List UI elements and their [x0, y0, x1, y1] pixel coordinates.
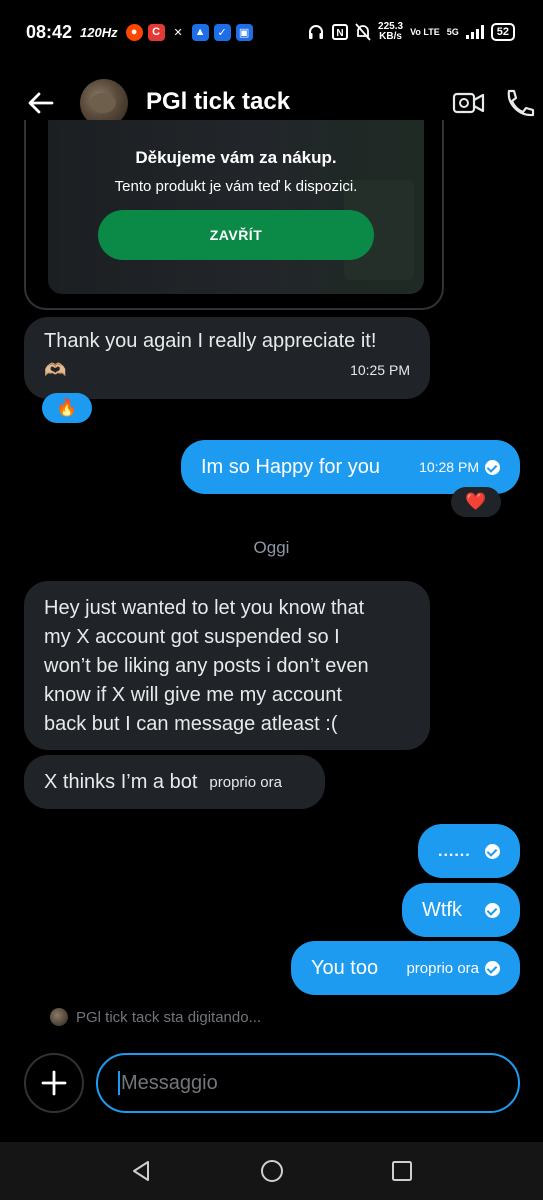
message-line: know if X will give me my account	[44, 684, 342, 706]
typing-indicator: PGl tick tack sta digitando...	[50, 1008, 261, 1026]
message-text: ......	[438, 842, 471, 860]
message-text: Thank you again I really appreciate it!	[44, 330, 377, 352]
video-call-icon[interactable]	[452, 88, 486, 118]
nav-back-icon[interactable]	[129, 1159, 153, 1183]
message-bubble-outgoing[interactable]: Im so Happy for you 10:28 PM	[181, 440, 520, 494]
clock: 08:42	[26, 21, 73, 42]
reaction-badge[interactable]: 🔥	[42, 393, 92, 423]
message-bubble-outgoing[interactable]: ......	[418, 824, 520, 878]
message-timestamp: proprio ora	[209, 773, 282, 791]
read-check-icon	[485, 843, 500, 859]
signal-type: 5G	[446, 27, 459, 37]
svg-text:N: N	[336, 28, 343, 39]
back-arrow-icon[interactable]	[26, 88, 56, 118]
chat-title[interactable]: PGl tick tack	[146, 88, 290, 116]
heart-hands-emoji: 🫶🏼	[44, 360, 67, 380]
read-check-icon	[485, 961, 500, 977]
plus-icon	[41, 1070, 67, 1096]
day-separator: Oggi	[253, 538, 290, 557]
reaction-badge[interactable]: ❤️	[451, 487, 501, 517]
message-placeholder: Messaggio	[121, 1071, 218, 1094]
message-meta: 10:28 PM	[419, 453, 500, 482]
reddit-icon: ●	[125, 23, 143, 41]
message-line: back but I can message atleast :(	[44, 713, 338, 735]
status-bar: 08:42 120Hz ● C ✕ ▲ ✓ ▣ N 225.3 KB/s Vo …	[0, 0, 543, 64]
refresh-rate: 120Hz	[80, 24, 118, 40]
battery-indicator: 52	[490, 23, 515, 41]
close-purchase-button[interactable]: ZAVŘÍT	[98, 210, 374, 260]
message-bubble-incoming[interactable]: Hey just wanted to let you know that my …	[24, 581, 430, 750]
notification-icons: ● C ✕ ▲ ✓ ▣	[125, 23, 253, 41]
x-icon: ✕	[169, 23, 187, 41]
read-check-icon	[485, 460, 500, 476]
message-bubble-incoming[interactable]: Thank you again I really appreciate it! …	[24, 317, 430, 399]
system-navigation-bar	[0, 1142, 543, 1200]
headphones-icon	[309, 25, 324, 39]
purchase-text: Tento produkt je vám teď k dispozici.	[114, 178, 358, 195]
message-text: You too	[311, 956, 379, 979]
nav-home-icon[interactable]	[260, 1159, 284, 1183]
message-text: Wtfk	[422, 898, 462, 921]
bell-muted-icon	[355, 23, 371, 41]
message-timestamp: proprio ora	[406, 959, 479, 977]
message-input[interactable]: Messaggio	[96, 1053, 520, 1113]
message-text: Im so Happy for you	[201, 455, 380, 478]
system-status: N 225.3 KB/s Vo LTE 5G 52	[307, 22, 515, 42]
message-bubble-incoming[interactable]: X thinks I’m a bot proprio ora	[24, 755, 325, 809]
message-line: Hey just wanted to let you know that	[44, 597, 365, 619]
warning-app-icon: ▲	[191, 23, 209, 41]
message-text: X thinks I’m a bot	[44, 770, 198, 793]
message-timestamp: 10:25 PM	[350, 362, 410, 378]
network-speed: 225.3 KB/s	[378, 21, 404, 42]
purchase-heading: Děkujeme vám za nákup.	[135, 148, 337, 167]
store-app-icon: ▣	[235, 23, 253, 41]
typing-text: PGl tick tack sta digitando...	[76, 1008, 262, 1026]
purchase-dialog-preview: Děkujeme vám za nákup. Tento produkt je …	[48, 120, 424, 294]
checkbox-app-icon: ✓	[213, 23, 231, 41]
nfc-icon: N	[332, 24, 349, 40]
message-bubble-outgoing[interactable]: Wtfk	[402, 883, 520, 937]
text-cursor	[118, 1071, 120, 1095]
message-timestamp: 10:28 PM	[419, 458, 479, 475]
c-app-icon: C	[147, 23, 165, 41]
message-line: my X account got suspended so I	[44, 626, 340, 648]
message-bubble-outgoing[interactable]: You too proprio ora	[291, 941, 520, 995]
shared-media-card[interactable]: Děkujeme vám za nákup. Tento produkt je …	[24, 120, 444, 310]
volte-label: Vo LTE	[410, 27, 440, 37]
signal-bars-icon	[465, 25, 484, 39]
read-check-icon	[485, 902, 500, 918]
phone-call-icon[interactable]	[503, 88, 537, 118]
typing-avatar	[50, 1008, 68, 1026]
message-meta: proprio ora	[406, 954, 500, 983]
message-line: won’t be liking any posts i don’t even	[44, 655, 369, 677]
nav-recents-icon[interactable]	[390, 1159, 414, 1183]
add-attachment-button[interactable]	[24, 1053, 84, 1113]
